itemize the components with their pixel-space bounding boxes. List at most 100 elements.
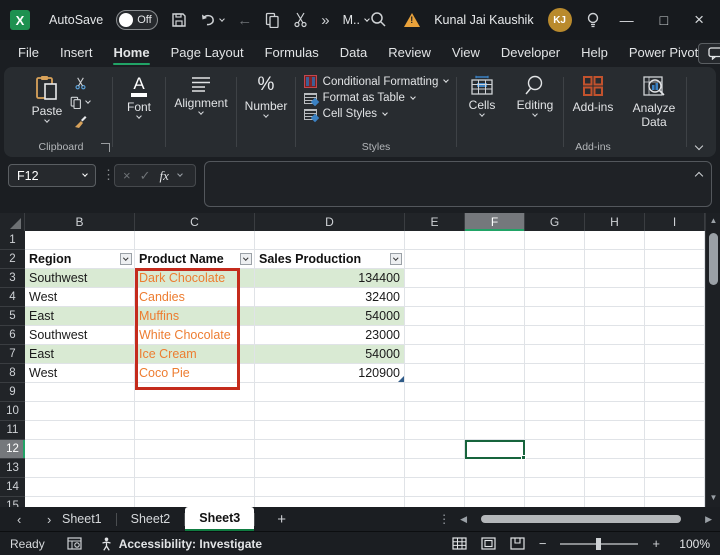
cell-E11[interactable] <box>405 421 465 440</box>
paste-button[interactable]: Paste <box>32 73 62 129</box>
cell-E3[interactable] <box>405 269 465 288</box>
cell-E1[interactable] <box>405 231 465 250</box>
zoom-slider-thumb[interactable] <box>596 537 602 550</box>
cell-I13[interactable] <box>645 459 705 478</box>
horizontal-scroll-thumb[interactable] <box>481 515 682 523</box>
cancel-formula-button[interactable]: × <box>123 168 131 183</box>
cell-E13[interactable] <box>405 459 465 478</box>
macro-record-icon[interactable] <box>67 537 82 550</box>
cell-H12[interactable] <box>585 440 645 459</box>
cell-F10[interactable] <box>465 402 525 421</box>
cell-H1[interactable] <box>585 231 645 250</box>
cell-I15[interactable] <box>645 497 705 507</box>
cell-D5[interactable]: 54000 <box>255 307 405 326</box>
cell-E2[interactable] <box>405 250 465 269</box>
column-header-D[interactable]: D <box>255 213 405 231</box>
cell-D11[interactable] <box>255 421 405 440</box>
minimize-button[interactable]: — <box>614 12 640 28</box>
cell-B4[interactable]: West <box>25 288 135 307</box>
zoom-out-button[interactable]: − <box>539 536 547 551</box>
close-button[interactable]: × <box>688 10 710 30</box>
cell-C11[interactable] <box>135 421 255 440</box>
user-name[interactable]: Kunal Jai Kaushik <box>434 13 533 27</box>
warning-icon[interactable] <box>404 13 421 27</box>
cell-B10[interactable] <box>25 402 135 421</box>
cell-E15[interactable] <box>405 497 465 507</box>
autosave-toggle[interactable]: Off <box>116 10 159 30</box>
cell-E14[interactable] <box>405 478 465 497</box>
search-button[interactable] <box>370 11 387 28</box>
table-resize-handle[interactable] <box>398 376 404 382</box>
name-box-dropdown-icon[interactable] <box>82 171 88 177</box>
cell-D2[interactable]: Sales Production <box>255 250 405 269</box>
cell-B6[interactable]: Southwest <box>25 326 135 345</box>
name-box[interactable]: F12 <box>8 164 96 187</box>
row-header-12[interactable]: 12 <box>0 440 25 459</box>
cell-G3[interactable] <box>525 269 585 288</box>
cell-I8[interactable] <box>645 364 705 383</box>
cell-I14[interactable] <box>645 478 705 497</box>
page-break-preview-button[interactable] <box>510 537 525 550</box>
cell-F11[interactable] <box>465 421 525 440</box>
cell-H11[interactable] <box>585 421 645 440</box>
cell-D13[interactable] <box>255 459 405 478</box>
cell-F6[interactable] <box>465 326 525 345</box>
row-header-7[interactable]: 7 <box>0 345 25 364</box>
cell-G6[interactable] <box>525 326 585 345</box>
cell-G7[interactable] <box>525 345 585 364</box>
cell-I5[interactable] <box>645 307 705 326</box>
cell-I12[interactable] <box>645 440 705 459</box>
cell-B11[interactable] <box>25 421 135 440</box>
zoom-level[interactable]: 100% <box>674 537 710 551</box>
row-header-15[interactable]: 15 <box>0 497 25 507</box>
cell-D9[interactable] <box>255 383 405 402</box>
lightbulb-icon[interactable] <box>586 12 600 29</box>
cell-G12[interactable] <box>525 440 585 459</box>
cell-D1[interactable] <box>255 231 405 250</box>
column-header-B[interactable]: B <box>25 213 135 231</box>
hscroll-left-icon[interactable]: ◀ <box>460 514 467 525</box>
cell-B2[interactable]: Region <box>25 250 135 269</box>
cell-F8[interactable] <box>465 364 525 383</box>
cell-G15[interactable] <box>525 497 585 507</box>
fill-handle[interactable] <box>521 455 526 460</box>
cell-F15[interactable] <box>465 497 525 507</box>
cell-E4[interactable] <box>405 288 465 307</box>
analyze-data-button[interactable]: Analyze Data <box>625 73 683 130</box>
cell-H14[interactable] <box>585 478 645 497</box>
cell-H4[interactable] <box>585 288 645 307</box>
cell-D12[interactable] <box>255 440 405 459</box>
accessibility-icon[interactable] <box>100 537 113 551</box>
cell-H5[interactable] <box>585 307 645 326</box>
row-header-11[interactable]: 11 <box>0 421 25 440</box>
prev-sheet-icon[interactable]: ‹ <box>8 512 30 527</box>
cell-B9[interactable] <box>25 383 135 402</box>
cell-C2[interactable]: Product Name <box>135 250 255 269</box>
menu-tab-review[interactable]: Review <box>388 41 431 66</box>
comments-button[interactable] <box>698 43 720 64</box>
cell-C14[interactable] <box>135 478 255 497</box>
zoom-in-button[interactable]: + <box>652 536 660 551</box>
expand-formula-bar-icon[interactable] <box>694 171 704 181</box>
menu-tab-page-layout[interactable]: Page Layout <box>171 41 244 66</box>
formula-input[interactable] <box>204 161 712 207</box>
vertical-scrollbar[interactable]: ▲ ▼ <box>705 213 720 507</box>
cell-I4[interactable] <box>645 288 705 307</box>
column-header-C[interactable]: C <box>135 213 255 231</box>
cut-button[interactable] <box>74 77 87 90</box>
undo-dropdown-icon[interactable] <box>219 15 226 22</box>
cell-E12[interactable] <box>405 440 465 459</box>
cell-E9[interactable] <box>405 383 465 402</box>
cell-D6[interactable]: 23000 <box>255 326 405 345</box>
row-header-3[interactable]: 3 <box>0 269 25 288</box>
cell-B15[interactable] <box>25 497 135 507</box>
cell-G2[interactable] <box>525 250 585 269</box>
cell-C15[interactable] <box>135 497 255 507</box>
cell-D14[interactable] <box>255 478 405 497</box>
cell-F4[interactable] <box>465 288 525 307</box>
menu-tab-formulas[interactable]: Formulas <box>265 41 319 66</box>
cell-D15[interactable] <box>255 497 405 507</box>
menu-tab-insert[interactable]: Insert <box>60 41 93 66</box>
row-header-2[interactable]: 2 <box>0 250 25 269</box>
filter-button[interactable] <box>390 253 402 265</box>
